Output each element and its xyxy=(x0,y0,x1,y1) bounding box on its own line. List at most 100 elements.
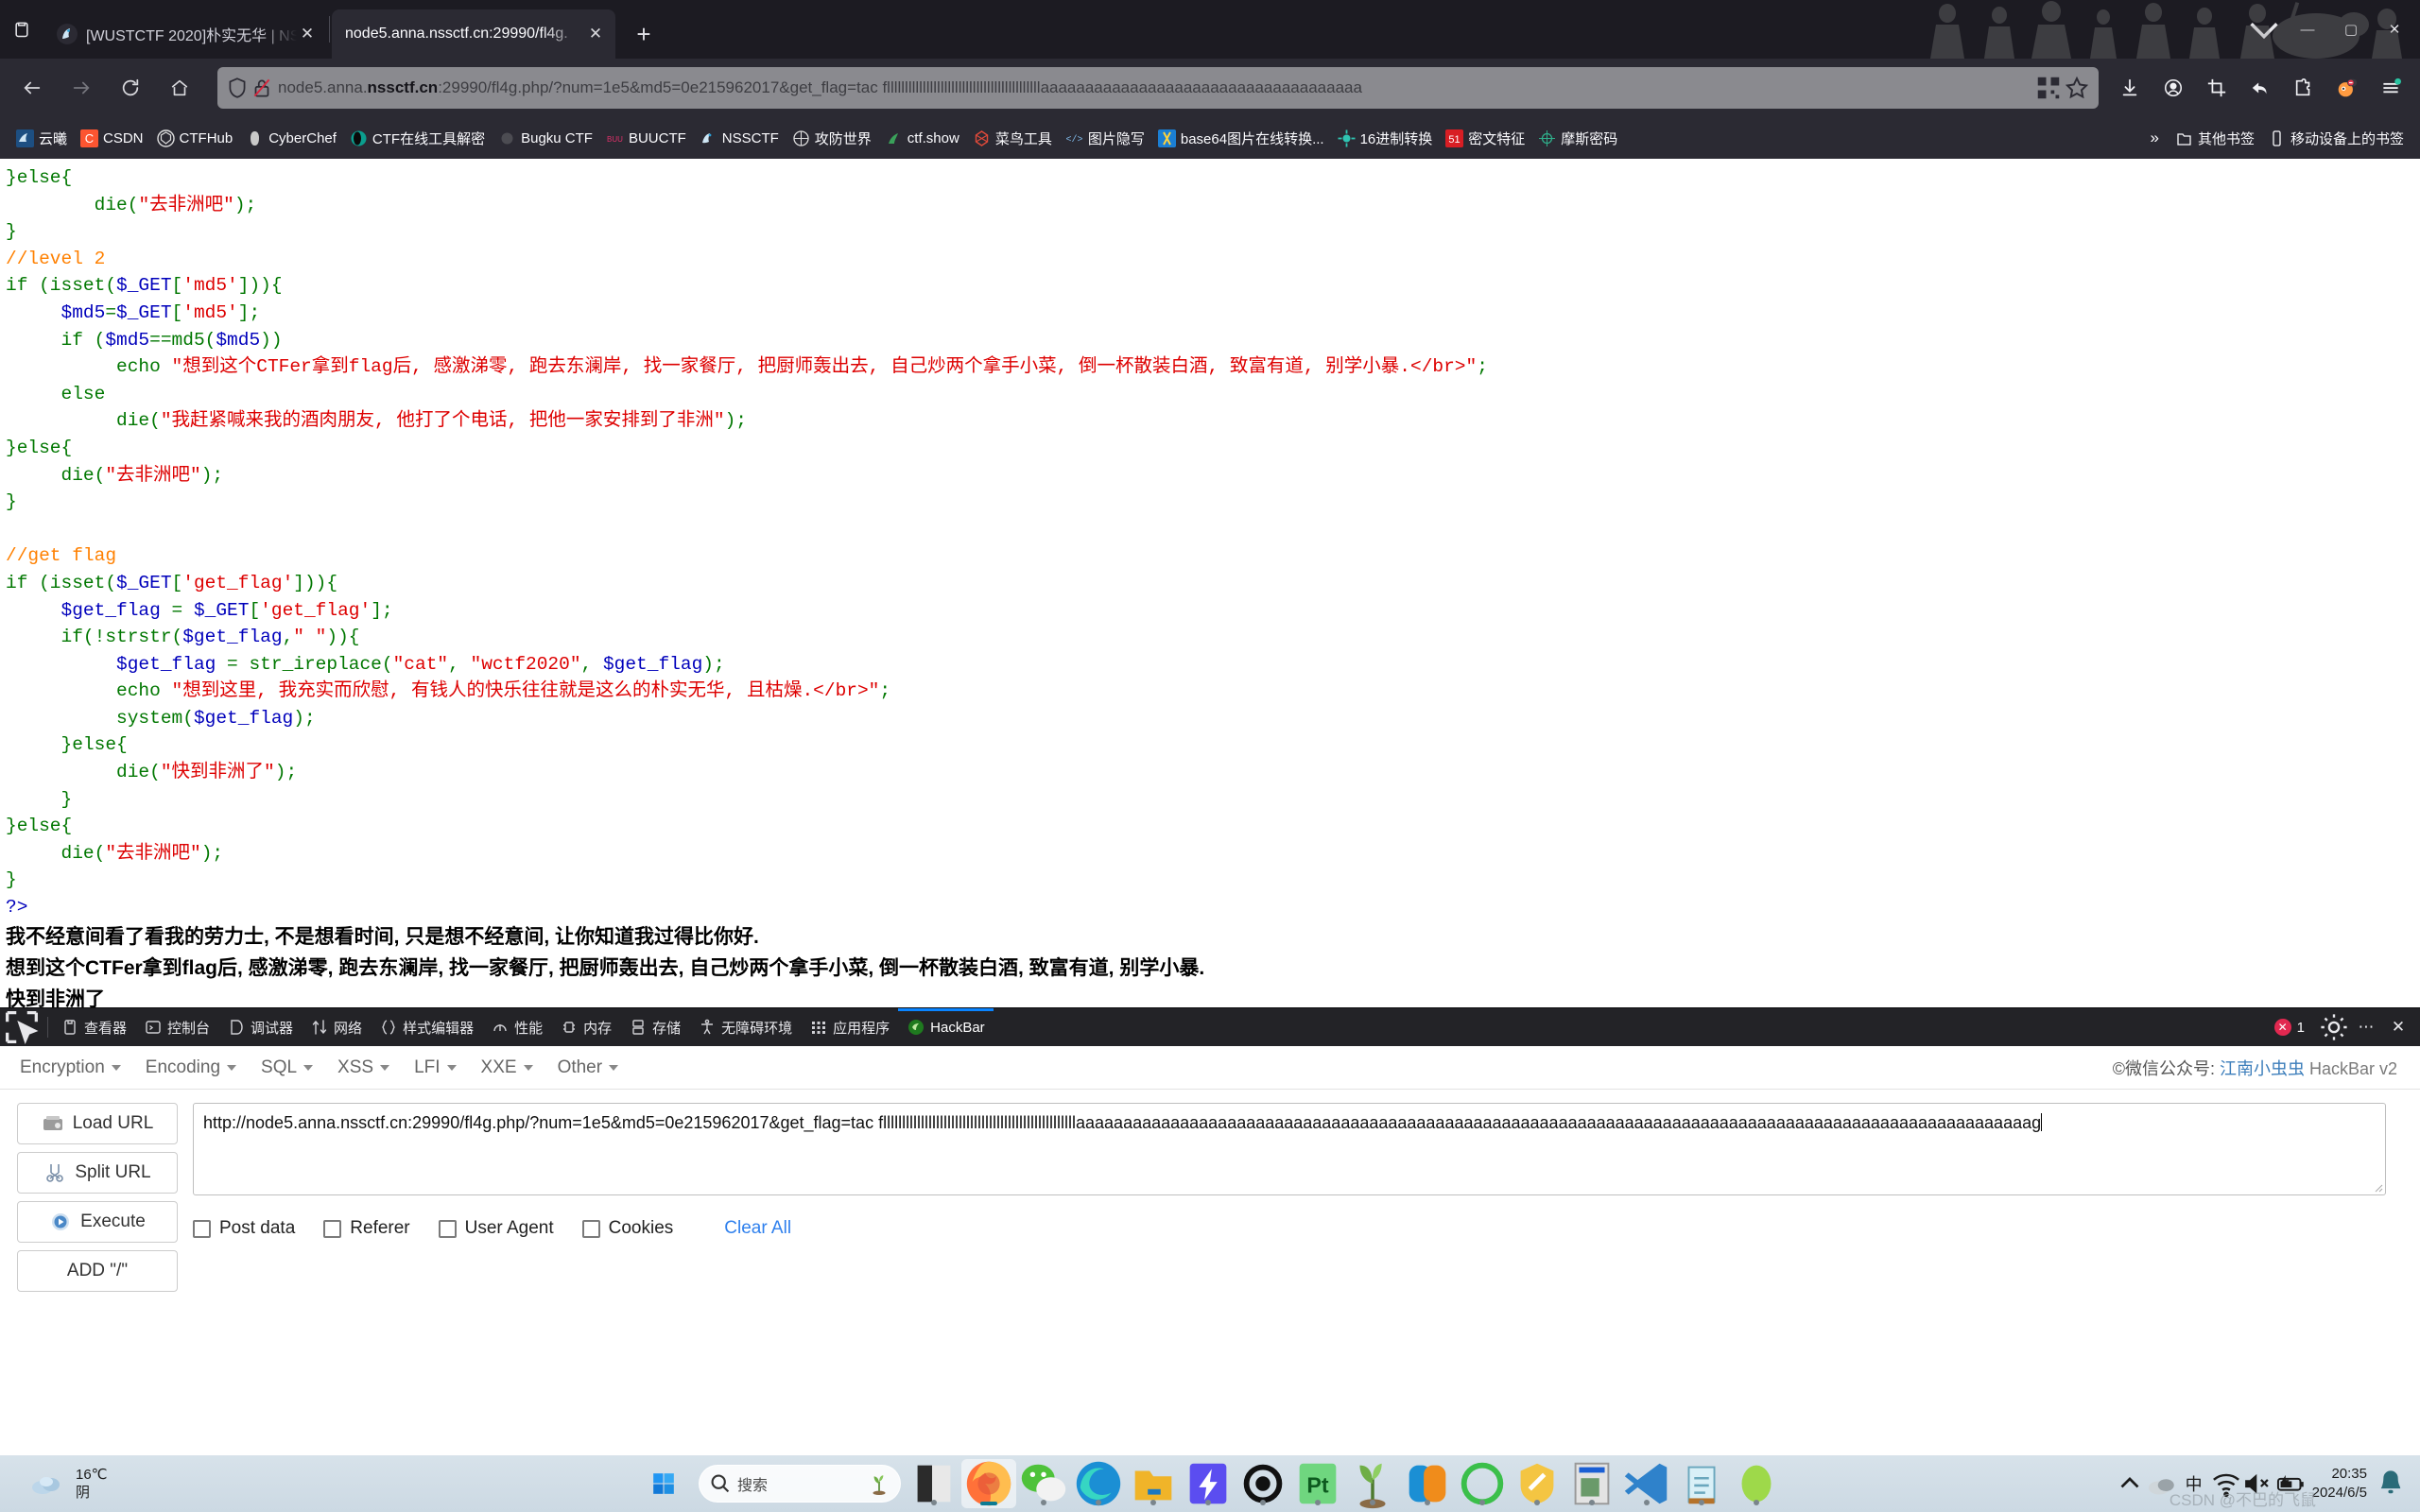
tab-close-icon[interactable]: ✕ xyxy=(585,24,606,44)
taskbar-app-shield[interactable] xyxy=(1510,1459,1564,1508)
bookmarks-overflow-icon[interactable]: » xyxy=(2141,126,2169,150)
bookmark-item-9[interactable]: ctf.show xyxy=(878,127,966,150)
taskbar-app-vm[interactable] xyxy=(1564,1459,1619,1508)
hackbar-menu-encryption[interactable]: Encryption xyxy=(8,1054,133,1082)
taskbar-clock[interactable]: 20:35 2024/6/5 xyxy=(2307,1465,2375,1503)
add-slash-button[interactable]: ADD "/" xyxy=(17,1250,178,1292)
address-bar[interactable]: node5.anna.nssctf.cn:29990/fl4g.php/?num… xyxy=(217,67,2099,109)
hackbar-menu-encoding[interactable]: Encoding xyxy=(133,1054,249,1082)
notification-bell-icon[interactable] xyxy=(2375,1462,2407,1505)
bookmark-item-8[interactable]: 攻防世界 xyxy=(786,126,878,151)
taskbar-app-vscode[interactable] xyxy=(1619,1459,1674,1508)
firefox-view-chevron-icon[interactable] xyxy=(2242,6,2286,53)
option-referer[interactable]: Referer xyxy=(323,1218,410,1239)
taskbar-app-folder[interactable] xyxy=(1126,1459,1181,1508)
firefox-account-icon[interactable] xyxy=(2325,67,2369,109)
element-picker-icon[interactable] xyxy=(0,1008,43,1046)
taskbar-app-firefox[interactable] xyxy=(961,1459,1016,1508)
devtools-tab-console[interactable]: 控制台 xyxy=(135,1008,218,1046)
referer-checkbox[interactable] xyxy=(323,1219,342,1238)
home-button[interactable] xyxy=(155,67,204,109)
hackbar-menu-lfi[interactable]: LFI xyxy=(402,1054,468,1082)
back-button[interactable] xyxy=(8,67,57,109)
option-user-agent[interactable]: User Agent xyxy=(438,1218,554,1239)
taskbar-app-edge[interactable] xyxy=(1071,1459,1126,1508)
chevron-up-icon[interactable] xyxy=(2114,1462,2146,1505)
bookmark-item-11[interactable]: </> 图片隐写 xyxy=(1059,126,1151,151)
bookmark-item-5[interactable]: Bugku CTF xyxy=(492,127,599,150)
weather-widget[interactable]: 16℃ 阴 xyxy=(0,1465,108,1503)
post-data-checkbox[interactable] xyxy=(193,1219,211,1238)
taskbar-search[interactable]: 搜索 xyxy=(699,1465,901,1503)
bookmark-item-10[interactable]: 菜鸟工具 xyxy=(966,126,1059,151)
taskbar-app-notepad[interactable] xyxy=(1674,1459,1729,1508)
taskbar-app-circle-green[interactable] xyxy=(1455,1459,1510,1508)
taskbar-app-gear-dark[interactable] xyxy=(1236,1459,1290,1508)
tab-close-icon[interactable]: ✕ xyxy=(297,24,318,44)
credit-link[interactable]: 江南小虫虫 xyxy=(2220,1059,2305,1078)
bookmark-item-4[interactable]: CTF在线工具解密 xyxy=(343,126,492,151)
bookmark-item-14[interactable]: 51 密文特征 xyxy=(1439,126,1531,151)
bookmark-item-12[interactable]: base64图片在线转换... xyxy=(1151,126,1331,151)
hackbar-menu-xxe[interactable]: XXE xyxy=(469,1054,545,1082)
option-post-data[interactable]: Post data xyxy=(193,1218,295,1239)
bookmark-item-3[interactable]: CyberChef xyxy=(239,127,343,150)
extensions-icon[interactable] xyxy=(2282,67,2325,109)
tab-0[interactable]: [WUSTCTF 2020]朴实无华 | NS ✕ xyxy=(43,9,327,59)
devtools-tab-hackbar[interactable]: HackBar xyxy=(898,1008,994,1046)
devtools-tab-inspector[interactable]: 查看器 xyxy=(52,1008,135,1046)
taskbar-app-flash[interactable] xyxy=(1181,1459,1236,1508)
devtools-tab-application[interactable]: 应用程序 xyxy=(801,1008,898,1046)
taskbar-app-plant[interactable] xyxy=(1345,1459,1400,1509)
tab-1[interactable]: node5.anna.nssctf.cn:29990/fl4g. ✕ xyxy=(332,9,615,59)
minimize-button[interactable]: — xyxy=(2286,6,2329,53)
insecure-connection-icon[interactable] xyxy=(250,76,274,100)
clear-all-link[interactable]: Clear All xyxy=(724,1218,791,1239)
undo-icon[interactable] xyxy=(2238,67,2282,109)
hackbar-menu-xss[interactable]: XSS xyxy=(325,1054,402,1082)
devtools-tab-debugger[interactable]: 调试器 xyxy=(218,1008,302,1046)
close-window-button[interactable]: ✕ xyxy=(2373,6,2416,53)
list-all-tabs-button[interactable] xyxy=(0,0,43,59)
execute-button[interactable]: Execute xyxy=(17,1201,178,1243)
maximize-button[interactable]: ▢ xyxy=(2329,6,2373,53)
taskbar-app-green-ball[interactable] xyxy=(1729,1459,1784,1508)
bookmark-item-0[interactable]: 云曦 xyxy=(9,126,74,151)
bookmark-item-1[interactable]: C CSDN xyxy=(74,127,150,150)
bookmark-item-6[interactable]: BUU BUUCTF xyxy=(599,127,693,150)
taskbar-app-wechat[interactable] xyxy=(1016,1459,1071,1508)
devtools-tab-memory[interactable]: 内存 xyxy=(551,1008,620,1046)
devtools-tab-performance[interactable]: 性能 xyxy=(482,1008,551,1046)
load-url-button[interactable]: Load URL xyxy=(17,1103,178,1144)
download-icon[interactable] xyxy=(2108,67,2152,109)
windows-start-icon[interactable] xyxy=(636,1459,691,1508)
reload-button[interactable] xyxy=(106,67,155,109)
bookmark-item-15[interactable]: 摩斯密码 xyxy=(1531,126,1624,151)
close-devtools-icon[interactable]: ✕ xyxy=(2382,1008,2414,1046)
other-bookmarks-folder[interactable]: 其他书签 xyxy=(2169,126,2261,151)
hackbar-menu-sql[interactable]: SQL xyxy=(249,1054,325,1082)
taskbar-app-photoshop[interactable]: Pt xyxy=(1290,1459,1345,1508)
hackbar-menu-other[interactable]: Other xyxy=(545,1054,631,1082)
taskbar-app-file-explorer-dark[interactable] xyxy=(907,1459,961,1508)
url-textarea[interactable]: http://node5.anna.nssctf.cn:29990/fl4g.p… xyxy=(193,1103,2386,1195)
option-cookies[interactable]: Cookies xyxy=(581,1218,673,1239)
mobile-bookmarks-folder[interactable]: 移动设备上的书签 xyxy=(2261,126,2411,151)
devtools-tab-storage[interactable]: 存储 xyxy=(620,1008,689,1046)
bookmark-item-7[interactable]: NSSCTF xyxy=(693,127,786,150)
account-icon[interactable] xyxy=(2152,67,2195,109)
devtools-tab-accessibility[interactable]: 无障碍环境 xyxy=(689,1008,801,1046)
error-count-badge[interactable]: ✕ 1 xyxy=(2273,1019,2305,1036)
new-tab-button[interactable]: + xyxy=(625,15,663,53)
user-agent-checkbox[interactable] xyxy=(438,1219,457,1238)
bookmark-star-icon[interactable] xyxy=(2063,74,2091,102)
qr-code-icon[interactable] xyxy=(2034,74,2063,102)
textarea-resize-handle[interactable] xyxy=(2372,1181,2383,1193)
cookies-checkbox[interactable] xyxy=(581,1219,600,1238)
menu-icon[interactable] xyxy=(2369,67,2412,109)
split-url-button[interactable]: Split URL xyxy=(17,1152,178,1194)
devtools-tab-network[interactable]: 网络 xyxy=(302,1008,371,1046)
tracking-protection-shield-icon[interactable] xyxy=(225,76,250,100)
bookmark-item-13[interactable]: 16进制转换 xyxy=(1331,126,1440,151)
settings-icon[interactable] xyxy=(2318,1008,2350,1046)
